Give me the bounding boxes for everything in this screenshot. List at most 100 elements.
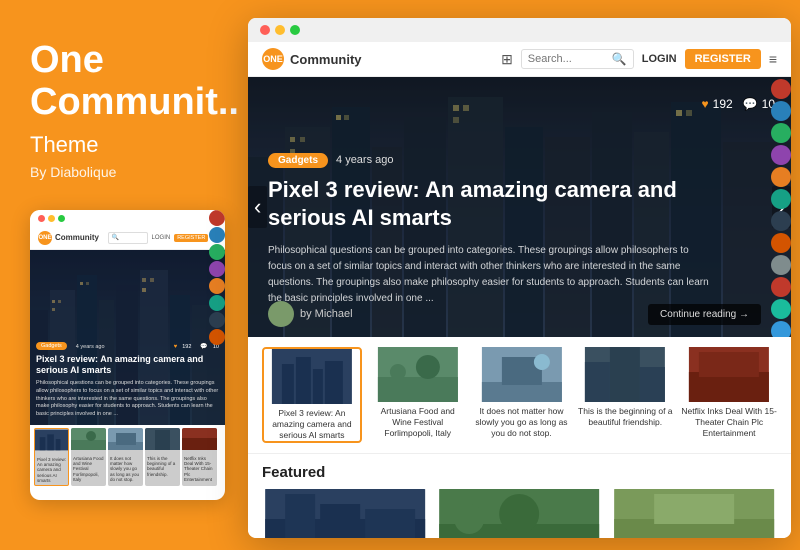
thumbnail-card-5[interactable]: Netflix Inks Deal With 15-Theater Chain … (681, 347, 777, 443)
hero-author-name: by Michael (300, 308, 353, 320)
mobile-site-name: Community (55, 233, 99, 242)
featured-card-2[interactable] (436, 489, 602, 538)
hero-title: Pixel 3 review: An amazing camera and se… (268, 176, 711, 233)
mobile-mockup: ONE Community 🔍 LOGIN REGISTER ≡ (30, 210, 225, 500)
mobile-nav: ONE Community 🔍 LOGIN REGISTER ≡ (30, 227, 225, 250)
desktop-hero: ♥ 192 💬 10 Gadgets 4 years ago Pixel 3 r… (248, 77, 791, 337)
desktop-dot-yellow (275, 25, 285, 35)
sidebar-avatar-2 (771, 101, 791, 121)
featured-grid (262, 489, 777, 538)
mobile-nav-right: 🔍 LOGIN REGISTER ≡ (108, 232, 217, 244)
sidebar-avatar-3 (771, 123, 791, 143)
mobile-register[interactable]: REGISTER (174, 234, 208, 242)
desktop-sidebar-avatars (769, 77, 791, 337)
desktop-nav-right: ⊞ 🔍 LOGIN REGISTER ≡ (501, 49, 777, 69)
mobile-sidebar-avatar-3 (209, 244, 225, 260)
mobile-dot-red (38, 215, 45, 222)
hero-author-row: by Michael Continue reading → (268, 301, 761, 327)
hero-time: 4 years ago (336, 154, 393, 166)
desktop-logo-icon: ONE (262, 48, 284, 70)
hero-likes: ♥ 192 (702, 97, 733, 111)
thumb-title-2: Artusiana Food and Wine Festival Forlimp… (370, 406, 466, 439)
hero-author-avatar (268, 301, 294, 327)
comment-icon: 💬 (743, 97, 758, 111)
desktop-search: 🔍 (521, 49, 634, 69)
app-title: One Communit.. (30, 40, 210, 124)
search-input[interactable] (528, 53, 608, 65)
sidebar-avatar-11 (771, 299, 791, 319)
desktop-nav: ONE Community ⊞ 🔍 LOGIN REGISTER ≡ (248, 42, 791, 77)
mobile-sidebar-avatar-6 (209, 295, 225, 311)
desktop-logo: ONE Community (262, 48, 362, 70)
app-author: By Diabolique (30, 164, 210, 180)
grid-icon[interactable]: ⊞ (501, 51, 513, 68)
sidebar-avatar-10 (771, 277, 791, 297)
search-icon: 🔍 (612, 52, 627, 66)
thumbnail-card-2[interactable]: Artusiana Food and Wine Festival Forlimp… (370, 347, 466, 443)
mobile-thumb-5[interactable]: Netflix Inks Deal With 15-Theater Chain … (182, 428, 217, 486)
desktop-hero-content: Gadgets 4 years ago Pixel 3 review: An a… (268, 153, 711, 307)
mobile-sidebar-avatar-1 (209, 210, 225, 226)
thumbnails-row: Pixel 3 review: An amazing camera and se… (248, 337, 791, 454)
hero-badge: Gadgets (268, 153, 328, 168)
mobile-hero: Gadgets 4 years ago ♥192 💬10 Pixel 3 rev… (30, 250, 225, 425)
mobile-thumb-3[interactable]: It does not matter how slowly you go as … (108, 428, 143, 486)
mobile-thumb-1[interactable]: Pixel 3 review: An amazing camera and se… (34, 428, 69, 486)
mobile-sidebar-avatar-7 (209, 312, 225, 328)
featured-card-3[interactable] (611, 489, 777, 538)
mobile-sidebar-avatar-2 (209, 227, 225, 243)
thumb-title-4: This is the beginning of a beautiful fri… (577, 406, 673, 428)
thumbnail-card-4[interactable]: This is the beginning of a beautiful fri… (577, 347, 673, 443)
mobile-right-avatars (209, 210, 225, 345)
mobile-dot-yellow (48, 215, 55, 222)
mobile-thumb-4[interactable]: This is the beginning of a beautiful fri… (145, 428, 180, 486)
mobile-dot-green (58, 215, 65, 222)
mobile-sidebar-avatar-8 (209, 329, 225, 345)
featured-card-1[interactable] (262, 489, 428, 538)
featured-label: Featured (262, 464, 777, 481)
desktop-mockup: ONE Community ⊞ 🔍 LOGIN REGISTER ≡ (248, 18, 791, 538)
mobile-thumb-2[interactable]: Artusiana Food and Wine Festival Forlimp… (71, 428, 106, 486)
desktop-hamburger-icon[interactable]: ≡ (769, 51, 777, 67)
mobile-hero-overlay: Gadgets 4 years ago ♥192 💬10 Pixel 3 rev… (30, 336, 225, 425)
mobile-titlebar (30, 210, 225, 227)
thumb-title-1: Pixel 3 review: An amazing camera and se… (264, 408, 360, 441)
thumbnail-card-1[interactable]: Pixel 3 review: An amazing camera and se… (262, 347, 362, 443)
sidebar-avatar-1 (771, 79, 791, 99)
sidebar-avatar-6 (771, 189, 791, 209)
hero-excerpt: Philosophical questions can be grouped i… (268, 243, 711, 307)
mobile-thumbnails: Pixel 3 review: An amazing camera and se… (30, 425, 225, 489)
featured-section: Featured (248, 454, 791, 538)
desktop-site-name: Community (290, 52, 362, 67)
sidebar-avatar-12 (771, 321, 791, 337)
desktop-dot-green (290, 25, 300, 35)
sidebar-avatar-4 (771, 145, 791, 165)
hero-meta-right: ♥ 192 💬 10 (702, 97, 775, 111)
thumbnail-card-3[interactable]: It does not matter how slowly you go as … (474, 347, 570, 443)
hero-prev-arrow[interactable]: ‹ (248, 186, 267, 228)
hero-continue-btn[interactable]: Continue reading → (648, 304, 761, 325)
mobile-logo-icon: ONE (38, 231, 52, 245)
sidebar-avatar-5 (771, 167, 791, 187)
sidebar-avatar-8 (771, 233, 791, 253)
thumb-title-5: Netflix Inks Deal With 15-Theater Chain … (681, 406, 777, 439)
desktop-login-btn[interactable]: LOGIN (642, 53, 677, 65)
heart-icon: ♥ (702, 97, 709, 111)
mobile-sidebar-avatar-5 (209, 278, 225, 294)
mobile-logo: ONE Community (38, 231, 99, 245)
hero-tag-row: Gadgets 4 years ago (268, 153, 711, 168)
hero-author-left: by Michael (268, 301, 353, 327)
mobile-search-box: 🔍 (108, 232, 148, 244)
mobile-badge: Gadgets (36, 342, 67, 350)
sidebar-avatar-9 (771, 255, 791, 275)
desktop-register-btn[interactable]: REGISTER (685, 49, 761, 69)
desktop-dot-red (260, 25, 270, 35)
left-panel: One Communit.. Theme By Diabolique ONE C… (0, 0, 240, 550)
mobile-hero-title: Pixel 3 review: An amazing camera and se… (36, 354, 219, 377)
sidebar-avatar-7 (771, 211, 791, 231)
mobile-hero-excerpt: Philosophical questions can be grouped i… (36, 380, 219, 418)
desktop-titlebar (248, 18, 791, 42)
mobile-login[interactable]: LOGIN (152, 235, 171, 241)
mobile-sidebar-avatar-4 (209, 261, 225, 277)
thumb-title-3: It does not matter how slowly you go as … (474, 406, 570, 439)
